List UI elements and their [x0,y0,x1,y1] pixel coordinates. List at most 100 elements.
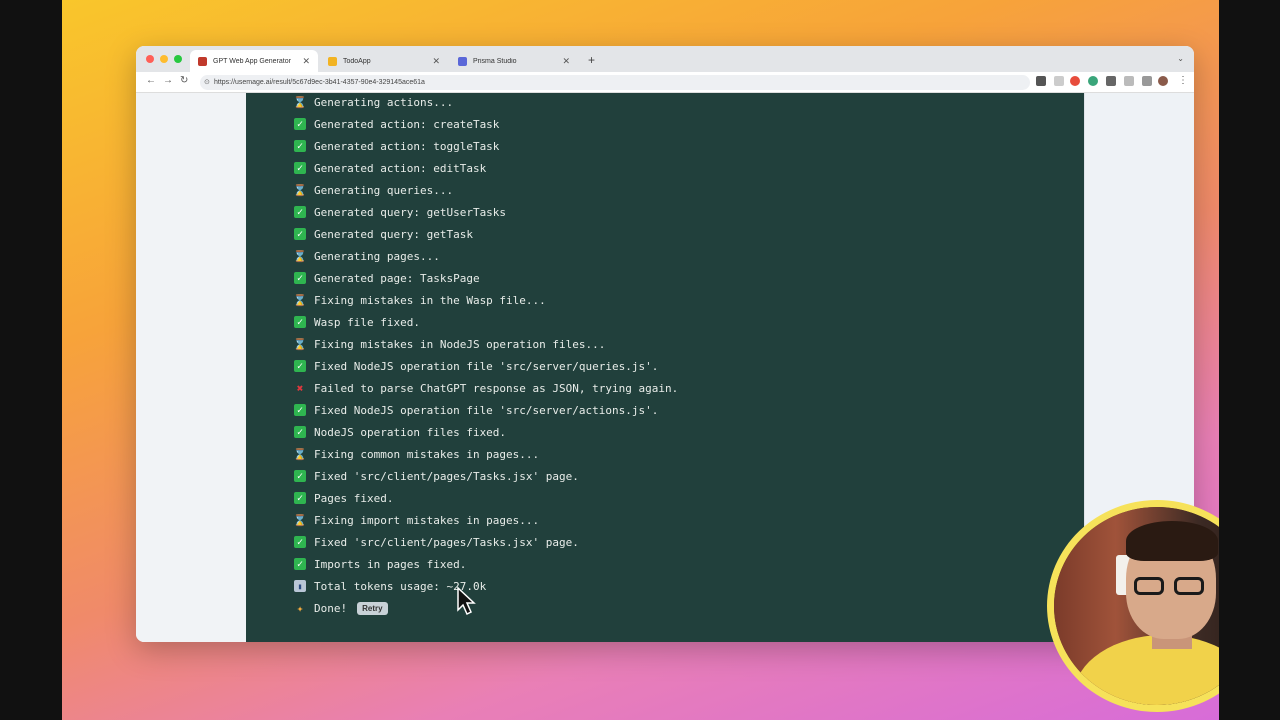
log-line: ⌛ Generating queries... [293,179,678,201]
log-text: Generating queries... [314,183,454,197]
log-line: ✓ Imports in pages fixed. [294,553,678,575]
forward-icon[interactable]: → [163,75,173,86]
close-tab-icon[interactable]: ✕ [432,56,440,67]
check-icon: ✓ [294,162,306,174]
log-lines: ⌛ Generating actions... ✓ Generated action:… [293,93,679,619]
check-icon: ✓ [294,404,306,416]
log-text: Generated query: getTask [314,227,473,241]
tab-prisma-studio[interactable]: Prisma Studio ✕ [450,50,578,72]
extension-icon[interactable] [1106,76,1116,86]
chart-icon: ▮ [294,580,306,592]
log-line: ✓ Fixed 'src/client/pages/Tasks.jsx' page… [294,531,678,553]
new-tab-icon[interactable]: + [588,53,595,67]
window-controls [146,55,182,63]
check-icon: ✓ [294,206,306,218]
check-icon: ✓ [294,470,306,482]
extension-icon[interactable] [1054,76,1064,86]
log-text: Generating pages... [314,249,440,263]
extension-icon[interactable] [1124,76,1134,86]
chevron-down-icon[interactable]: ⌄ [1177,54,1184,63]
close-window-button[interactable] [146,55,154,63]
log-text: Fixing mistakes in the Wasp file... [314,293,546,307]
webcam-overlay [1047,500,1219,712]
hourglass-icon: ⌛ [293,513,307,527]
tab-todoapp[interactable]: TodoApp ✕ [320,50,448,72]
log-text: Wasp file fixed. [314,315,420,329]
check-icon: ✓ [294,492,306,504]
desktop-background: GPT Web App Generator ✕ TodoApp ✕ Prisma… [62,0,1219,720]
log-line: ✓ Generated query: getUserTasks [294,201,678,223]
log-text: Generated page: TasksPage [314,271,480,285]
log-line: ✓ Fixed 'src/client/pages/Tasks.jsx' page… [294,465,678,487]
site-info-icon[interactable]: ⊙ [204,75,210,90]
tab-bar: GPT Web App Generator ✕ TodoApp ✕ Prisma… [136,46,1194,72]
log-text: Generated query: getUserTasks [314,205,507,219]
maximize-window-button[interactable] [174,55,182,63]
tab-title: GPT Web App Generator [213,57,291,65]
log-line: ✓ Generated action: createTask [294,113,678,135]
reload-icon[interactable]: ↻ [180,75,188,86]
browser-window: GPT Web App Generator ✕ TodoApp ✕ Prisma… [136,46,1194,642]
menu-icon[interactable]: ⋮ [1178,75,1188,86]
check-icon: ✓ [294,118,306,130]
log-text: Fixed 'src/client/pages/Tasks.jsx' page. [314,469,579,483]
log-line: ✓ Fixed NodeJS operation file 'src/server… [294,355,678,377]
favicon-icon [458,56,467,66]
log-text: Fixing mistakes in NodeJS operation file… [314,337,606,351]
log-text: Fixed NodeJS operation file 'src/server/… [314,403,659,417]
check-icon: ✓ [294,536,306,548]
hourglass-icon: ⌛ [293,183,307,197]
check-icon: ✓ [294,272,306,284]
log-line: ⌛ Generating actions... [293,93,678,113]
address-bar: ← → ↻ ⊙ https://usemage.ai/result/5c67d9… [136,72,1194,93]
log-line: ▮ Total tokens usage: ~27.0k [294,575,678,597]
hourglass-icon: ⌛ [293,447,307,461]
log-line: ✓ Pages fixed. [294,487,678,509]
close-tab-icon[interactable]: ✕ [562,56,570,67]
log-line: ⌛ Fixing import mistakes in pages... [293,509,678,531]
error-icon: ✖ [296,381,304,395]
favicon-icon [328,56,337,66]
log-text: Pages fixed. [314,491,394,505]
log-text: Imports in pages fixed. [314,557,467,571]
minimize-window-button[interactable] [160,55,168,63]
check-icon: ✓ [294,228,306,240]
log-text: Fixing common mistakes in pages... [314,447,540,461]
log-line: ⌛ Fixing mistakes in NodeJS operation fil… [293,333,678,355]
extension-icon[interactable] [1036,76,1046,86]
log-line: ⌛ Generating pages... [293,245,678,267]
log-text: Fixing import mistakes in pages... [314,513,540,527]
log-line: ✓ Generated query: getTask [294,223,678,245]
hourglass-icon: ⌛ [293,95,307,109]
profile-avatar[interactable] [1158,76,1168,86]
log-line: ✓ Generated action: toggleTask [294,135,678,157]
check-icon: ✓ [294,316,306,328]
url-field[interactable]: ⊙ https://usemage.ai/result/5c67d9ec-3b4… [200,75,1030,90]
log-text: Fixed NodeJS operation file 'src/server/… [314,359,659,373]
party-icon: ✦ [296,601,304,615]
done-text: Done! [314,601,348,615]
tab-title: Prisma Studio [473,57,517,65]
log-line: ✓ NodeJS operation files fixed. [294,421,678,443]
mouse-cursor-icon [457,586,476,616]
page-content: ⌛ Generating actions... ✓ Generated action:… [136,93,1194,642]
hourglass-icon: ⌛ [293,337,307,351]
log-text: Generated action: editTask [314,161,487,175]
check-icon: ✓ [294,426,306,438]
close-tab-icon[interactable]: ✕ [302,56,310,67]
tab-gpt-web-app-generator[interactable]: GPT Web App Generator ✕ [190,50,318,72]
log-line: ✓ Generated page: TasksPage [294,267,678,289]
sidebar-icon[interactable] [1142,76,1152,86]
extension-icon[interactable] [1070,76,1080,86]
log-line: ✓ Wasp file fixed. [294,311,678,333]
done-line: ✦ Done! Retry [294,597,678,619]
log-line: ⌛ Fixing common mistakes in pages... [293,443,678,465]
extension-icon[interactable] [1088,76,1098,86]
favicon-icon [198,56,207,66]
log-line: ✓ Fixed NodeJS operation file 'src/server… [294,399,678,421]
back-icon[interactable]: ← [146,75,156,86]
retry-button[interactable]: Retry [357,601,388,615]
log-line: ✖ Failed to parse ChatGPT response as JSO… [294,377,679,399]
log-text: Generating actions... [314,95,454,109]
generation-log-panel: ⌛ Generating actions... ✓ Generated action:… [246,93,1084,642]
